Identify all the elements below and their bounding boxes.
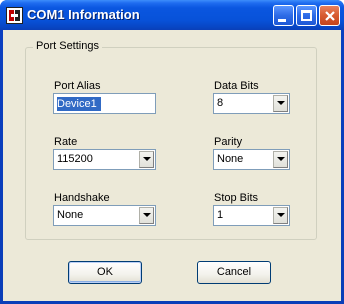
maximize-button[interactable]	[296, 5, 317, 26]
dialog-client-area: Port Settings Port Alias Data Bits 8 Rat…	[3, 30, 341, 301]
rate-label: Rate	[54, 136, 78, 148]
parity-label: Parity	[214, 136, 243, 148]
handshake-select[interactable]: None	[53, 205, 156, 226]
close-button[interactable]	[319, 5, 340, 26]
port-alias-input[interactable]	[56, 96, 153, 111]
rate-value: 115200	[57, 153, 93, 165]
title-bar[interactable]: COM1 Information	[0, 0, 344, 30]
cancel-button[interactable]: Cancel	[197, 261, 271, 284]
stop-bits-select[interactable]: 1	[213, 205, 290, 226]
data-bits-value: 8	[217, 97, 224, 109]
port-alias-label: Port Alias	[54, 80, 101, 92]
group-legend: Port Settings	[33, 40, 102, 52]
minimize-icon	[278, 19, 286, 22]
data-bits-select[interactable]: 8	[213, 93, 290, 114]
parity-select[interactable]: None	[213, 149, 290, 170]
parity-value: None	[217, 153, 244, 165]
handshake-dropdown-button[interactable]	[139, 207, 154, 224]
stop-bits-label: Stop Bits	[214, 192, 259, 204]
chevron-down-icon	[143, 157, 151, 161]
app-icon[interactable]	[6, 7, 23, 24]
data-bits-dropdown-button[interactable]	[273, 95, 288, 112]
rate-select[interactable]: 115200	[53, 149, 156, 170]
chevron-down-icon	[143, 213, 151, 217]
maximize-icon	[301, 10, 312, 21]
stop-bits-value: 1	[217, 209, 224, 221]
ok-button[interactable]: OK	[68, 261, 142, 284]
stop-bits-dropdown-button[interactable]	[273, 207, 288, 224]
port-alias-field[interactable]	[53, 93, 156, 114]
window-title: COM1 Information	[27, 7, 140, 22]
minimize-button[interactable]	[273, 5, 294, 26]
parity-dropdown-button[interactable]	[273, 151, 288, 168]
handshake-value: None	[57, 209, 84, 221]
chevron-down-icon	[277, 101, 285, 105]
close-icon	[325, 11, 335, 21]
data-bits-label: Data Bits	[214, 80, 259, 92]
rate-dropdown-button[interactable]	[139, 151, 154, 168]
chevron-down-icon	[277, 157, 285, 161]
dialog-window: COM1 Information Port Settings Port Alia…	[0, 0, 344, 304]
handshake-label: Handshake	[54, 192, 110, 204]
chevron-down-icon	[277, 213, 285, 217]
